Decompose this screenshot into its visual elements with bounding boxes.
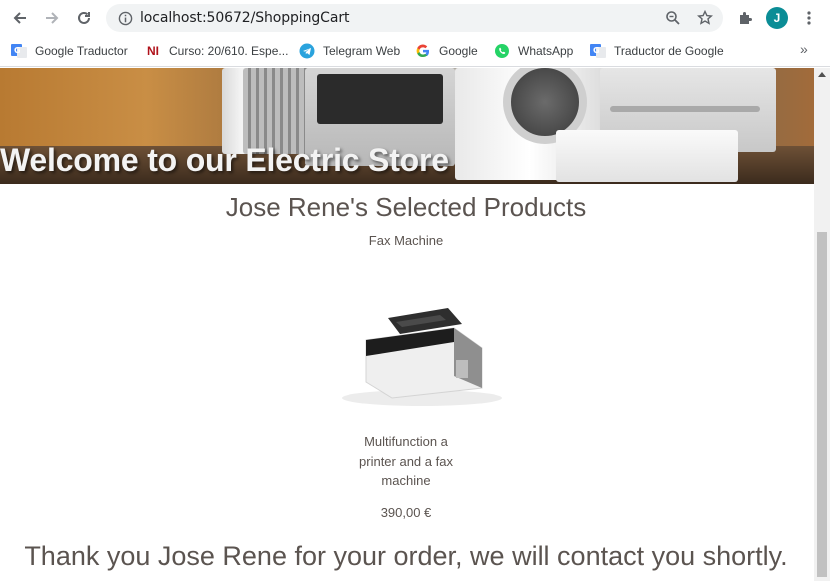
back-arrow-icon <box>13 12 26 24</box>
bookmark-label: WhatsApp <box>518 44 574 58</box>
scrollbar-thumb[interactable] <box>817 232 827 577</box>
bookmark-star-icon[interactable] <box>696 9 714 27</box>
back-button[interactable] <box>7 6 33 30</box>
site-info-icon[interactable] <box>116 9 134 27</box>
url-text[interactable]: localhost:50672/ShoppingCart <box>140 10 349 26</box>
puzzle-icon <box>740 12 752 24</box>
bookmark-label: Traductor de Google <box>614 44 724 58</box>
vertical-scrollbar[interactable] <box>814 68 830 581</box>
ni-icon: NI <box>147 44 159 58</box>
address-bar[interactable]: localhost:50672/ShoppingCart <box>106 4 723 32</box>
bookmark-whatsapp[interactable]: WhatsApp <box>494 42 573 60</box>
profile-avatar[interactable]: J <box>766 7 788 29</box>
bookmark-telegram[interactable]: Telegram Web <box>299 42 400 60</box>
telegram-icon <box>299 43 315 59</box>
bookmark-traductor-de-google[interactable]: G Traductor de Google <box>590 42 724 60</box>
forward-button[interactable] <box>39 6 65 30</box>
extensions-button[interactable] <box>733 6 757 30</box>
forward-arrow-icon <box>46 12 59 24</box>
google-translate-icon: G <box>590 43 606 59</box>
selected-products-heading: Jose Rene's Selected Products <box>225 192 587 222</box>
kebab-menu-icon <box>807 11 811 25</box>
thank-you-message: Thank you Jose Rene for your order, we w… <box>24 541 788 571</box>
menu-button[interactable] <box>797 6 821 30</box>
bookmark-label: Google <box>439 44 478 58</box>
bookmark-label: Curso: 20/610. Espe... <box>169 44 289 58</box>
product-price: 390,00 € <box>380 505 432 520</box>
hero-banner: Welcome to our Electric Store <box>0 68 814 184</box>
product-description: Multifunction a printer and a fax machin… <box>359 434 453 488</box>
zoom-icon[interactable] <box>664 9 682 27</box>
bookmarks-bar: G Google Traductor NI Curso: 20/610. Esp… <box>0 36 830 67</box>
google-translate-icon: G <box>11 43 27 59</box>
google-icon <box>415 43 431 59</box>
reload-icon <box>78 11 90 24</box>
bookmark-label: Telegram Web <box>323 44 401 58</box>
reload-button[interactable] <box>71 6 97 30</box>
whatsapp-icon <box>494 43 510 59</box>
bookmark-label: Google Traductor <box>35 44 128 58</box>
more-bookmarks-chevron-icon[interactable]: » <box>800 41 808 57</box>
bookmark-curso[interactable]: NI Curso: 20/610. Espe... <box>145 42 288 60</box>
bookmark-google-traductor[interactable]: G Google Traductor <box>11 42 128 60</box>
product-name: Fax Machine <box>368 233 444 248</box>
page-content: Welcome to our Electric Store Jose Rene'… <box>0 68 814 581</box>
browser-toolbar: localhost:50672/ShoppingCart J <box>0 0 830 36</box>
fax-machine-image <box>342 308 502 406</box>
svg-text:G: G <box>14 46 21 55</box>
air-conditioner-image <box>556 130 738 182</box>
bookmark-google[interactable]: Google <box>415 42 478 60</box>
scroll-up-arrow-icon[interactable] <box>818 72 826 77</box>
svg-text:G: G <box>593 46 600 55</box>
hero-title: Welcome to our Electric Store <box>0 142 449 178</box>
